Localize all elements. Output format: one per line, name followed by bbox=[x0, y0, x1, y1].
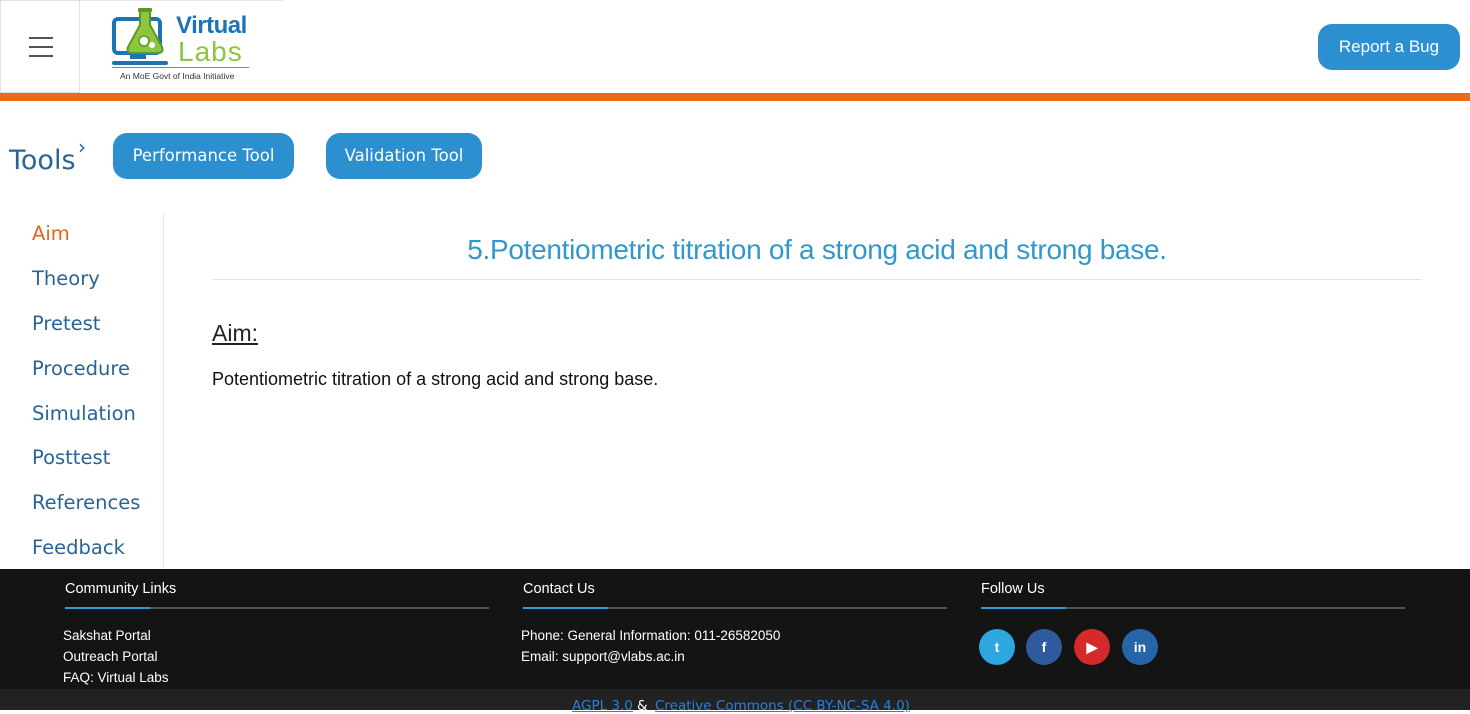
validation-tool-button[interactable]: Validation Tool bbox=[326, 133, 482, 179]
sidebar-item-references[interactable]: References bbox=[32, 491, 140, 514]
page-header: Virtual Labs An MoE Govt of India Initia… bbox=[0, 0, 1470, 93]
sidebar-item-pretest[interactable]: Pretest bbox=[32, 312, 100, 335]
community-links-title: Community Links bbox=[65, 581, 177, 597]
performance-tool-button[interactable]: Performance Tool bbox=[113, 133, 294, 179]
sidebar-item-simulation[interactable]: Simulation bbox=[32, 402, 136, 425]
linkedin-icon[interactable]: in bbox=[1122, 629, 1158, 665]
outreach-portal-link[interactable]: Outreach Portal bbox=[63, 649, 158, 664]
section-heading: Aim: bbox=[212, 320, 258, 346]
chevron-right-icon: › bbox=[78, 135, 86, 159]
faq-link[interactable]: FAQ: Virtual Labs bbox=[63, 670, 169, 685]
creative-commons-link[interactable]: Creative Commons (CC BY-NC-SA 4.0) bbox=[655, 698, 910, 714]
license-separator: & bbox=[637, 698, 648, 714]
title-divider bbox=[212, 279, 1422, 280]
contact-us-title: Contact Us bbox=[523, 581, 595, 597]
sakshat-portal-link[interactable]: Sakshat Portal bbox=[63, 628, 151, 643]
license-bar: AGPL 3.0 & Creative Commons (CC BY-NC-SA… bbox=[0, 689, 1470, 714]
tools-label: Tools bbox=[9, 145, 76, 176]
sidebar-item-procedure[interactable]: Procedure bbox=[32, 357, 130, 380]
hamburger-menu-button[interactable] bbox=[0, 0, 80, 93]
experiment-sidebar: Aim Theory Pretest Procedure Simulation … bbox=[0, 212, 164, 569]
flask-monitor-icon bbox=[112, 8, 168, 65]
contact-email: Email: support@vlabs.ac.in bbox=[521, 649, 685, 664]
agpl-license-link[interactable]: AGPL 3.0 bbox=[572, 698, 633, 714]
hamburger-menu-icon bbox=[29, 37, 53, 39]
contact-phone: Phone: General Information: 011-26582050 bbox=[521, 628, 781, 643]
report-bug-button[interactable]: Report a Bug bbox=[1318, 24, 1460, 70]
youtube-icon[interactable]: ▶ bbox=[1074, 629, 1110, 665]
sidebar-item-theory[interactable]: Theory bbox=[32, 267, 100, 290]
header-accent-bar bbox=[0, 93, 1470, 101]
twitter-icon[interactable]: t bbox=[979, 629, 1015, 665]
logo-tagline: An MoE Govt of India Initiative bbox=[120, 71, 235, 81]
sidebar-item-posttest[interactable]: Posttest bbox=[32, 446, 110, 469]
logo-divider bbox=[112, 67, 249, 68]
section-text: Potentiometric titration of a strong aci… bbox=[212, 369, 659, 389]
sidebar-item-aim[interactable]: Aim bbox=[32, 222, 70, 245]
follow-us-title: Follow Us bbox=[981, 581, 1045, 597]
facebook-icon[interactable]: f bbox=[1026, 629, 1062, 665]
logo-word-labs: Labs bbox=[178, 36, 243, 67]
experiment-title: 5.Potentiometric titration of a strong a… bbox=[467, 234, 1167, 265]
page-footer: Community Links Sakshat Portal Outreach … bbox=[0, 569, 1470, 689]
sidebar-item-feedback[interactable]: Feedback bbox=[32, 536, 125, 559]
